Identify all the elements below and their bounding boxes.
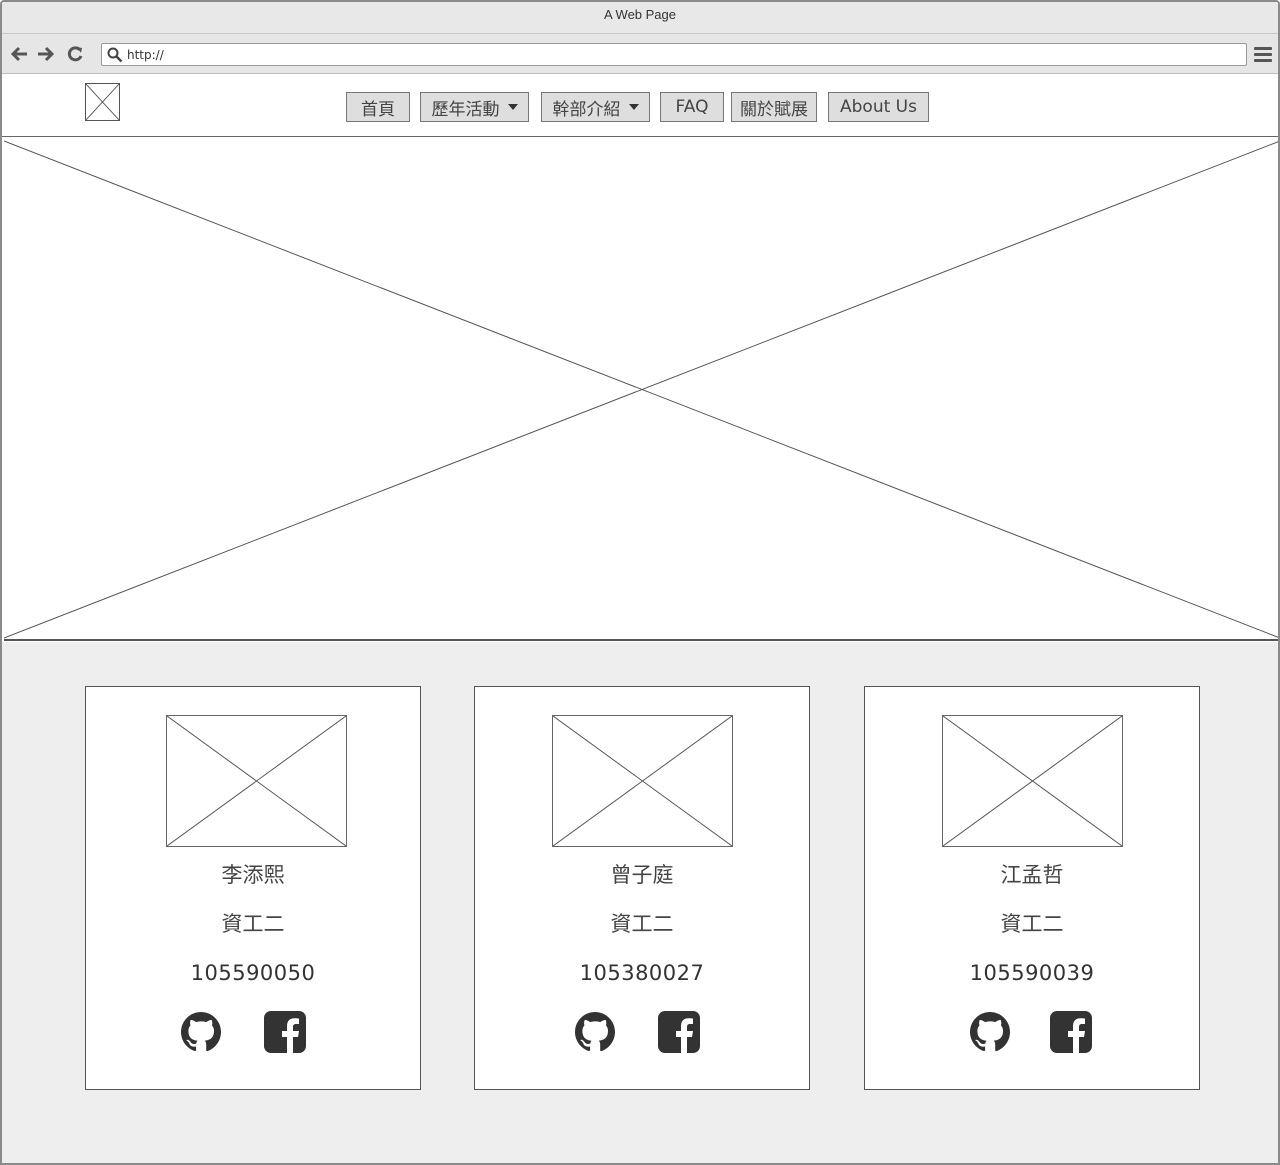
nav-events-dropdown[interactable]: 歷年活動 <box>420 92 529 122</box>
member-photo-placeholder <box>552 715 733 847</box>
url-input[interactable] <box>127 46 1227 64</box>
back-arrow-icon[interactable] <box>10 44 30 64</box>
facebook-icon[interactable] <box>1050 1011 1092 1053</box>
reload-icon[interactable] <box>65 44 85 64</box>
member-department: 資工二 <box>1000 912 1064 936</box>
site-header: 首頁 歷年活動 幹部介紹 FAQ 關於賦展 About Us <box>2 74 1278 137</box>
hero-image-placeholder <box>4 138 1278 641</box>
browser-toolbar <box>2 34 1278 74</box>
member-name: 曾子庭 <box>610 863 674 887</box>
facebook-icon[interactable] <box>658 1011 700 1053</box>
chevron-down-icon <box>628 104 639 110</box>
member-student-id: 105590039 <box>969 961 1095 985</box>
nav-officers-dropdown[interactable]: 幹部介紹 <box>541 92 650 122</box>
member-name: 江孟哲 <box>1000 863 1064 887</box>
logo-placeholder-image[interactable] <box>85 83 120 121</box>
team-section: 李添熙 資工二 105590050 曾子庭 資工二 105380027 江孟哲 … <box>2 642 1278 1163</box>
forward-arrow-icon[interactable] <box>35 44 55 64</box>
search-icon <box>107 47 123 63</box>
nav-about-us-button[interactable]: About Us <box>828 92 929 122</box>
address-bar[interactable] <box>101 43 1247 66</box>
github-icon[interactable] <box>574 1011 616 1053</box>
github-icon[interactable] <box>180 1011 222 1053</box>
hamburger-menu-icon[interactable] <box>1254 47 1272 63</box>
member-card: 江孟哲 資工二 105590039 <box>864 686 1200 1090</box>
member-student-id: 105380027 <box>579 961 705 985</box>
chevron-down-icon <box>507 104 518 110</box>
member-student-id: 105590050 <box>190 961 316 985</box>
window-title: A Web Page <box>2 2 1278 34</box>
member-photo-placeholder <box>166 715 347 847</box>
member-name: 李添熙 <box>221 863 285 887</box>
member-card: 李添熙 資工二 105590050 <box>85 686 421 1090</box>
member-photo-placeholder <box>942 715 1123 847</box>
nav-home-button[interactable]: 首頁 <box>346 92 410 122</box>
facebook-icon[interactable] <box>264 1011 306 1053</box>
nav-events-label: 歷年活動 <box>431 99 500 120</box>
browser-window: A Web Page 首頁 歷年活動 幹部介紹 FAQ <box>0 0 1280 1165</box>
member-card: 曾子庭 資工二 105380027 <box>474 686 810 1090</box>
nav-faq-button[interactable]: FAQ <box>660 92 724 122</box>
member-department: 資工二 <box>221 912 285 936</box>
nav-about-exhibition-button[interactable]: 關於賦展 <box>731 92 817 122</box>
github-icon[interactable] <box>969 1011 1011 1053</box>
nav-officers-label: 幹部介紹 <box>552 99 621 120</box>
member-department: 資工二 <box>610 912 674 936</box>
